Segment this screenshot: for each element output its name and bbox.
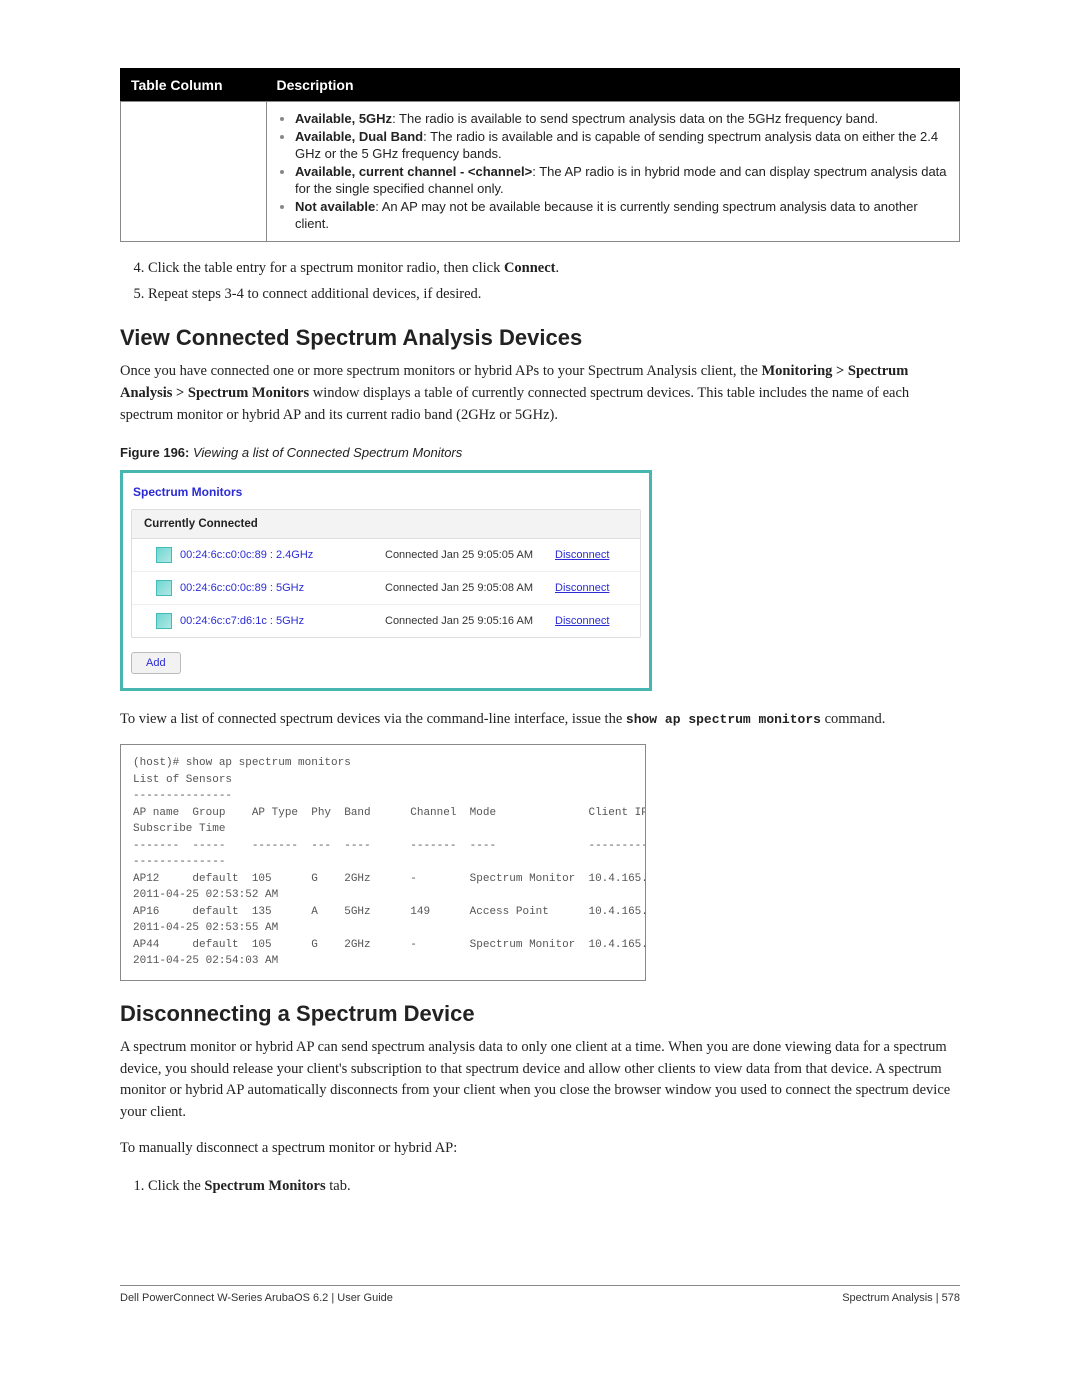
fig-text: Viewing a list of Connected Spectrum Mon… xyxy=(193,445,462,460)
spectrum-row[interactable]: 00:24:6c:c0:0c:89 : 2.4GHz Connected Jan… xyxy=(132,539,640,572)
step-4-c: . xyxy=(556,260,560,276)
heading-view-connected: View Connected Spectrum Analysis Devices xyxy=(120,325,960,351)
desc-item-2-label: Available, current channel - <channel> xyxy=(295,164,532,179)
disconnect-paragraph-2: To manually disconnect a spectrum monito… xyxy=(120,1138,960,1160)
footer-right: Spectrum Analysis | 578 xyxy=(842,1292,960,1304)
cli-output-box: (host)# show ap spectrum monitors List o… xyxy=(120,744,646,981)
fig-label: Figure 196: xyxy=(120,445,189,460)
spectrum-row-mac: 00:24:6c:c0:0c:89 : 2.4GHz xyxy=(180,549,385,561)
currently-connected-header: Currently Connected xyxy=(132,510,640,539)
monitor-icon xyxy=(156,613,172,629)
monitor-icon xyxy=(156,547,172,563)
cli-p1a: To view a list of connected spectrum dev… xyxy=(120,711,626,727)
step-4-b: Connect xyxy=(504,260,556,276)
cli-p1c: command. xyxy=(821,711,885,727)
ds1-b: Spectrum Monitors xyxy=(204,1178,325,1194)
heading-disconnecting: Disconnecting a Spectrum Device xyxy=(120,1001,960,1027)
cli-view-paragraph: To view a list of connected spectrum dev… xyxy=(120,709,960,731)
desc-content-cell: Available, 5GHz: The radio is available … xyxy=(267,102,960,242)
spectrum-row-conn: Connected Jan 25 9:05:16 AM xyxy=(385,615,555,627)
spectrum-row-mac: 00:24:6c:c0:0c:89 : 5GHz xyxy=(180,582,385,594)
ds1-a: Click the xyxy=(148,1178,204,1194)
step-5: Repeat steps 3-4 to connect additional d… xyxy=(148,284,960,306)
spectrum-row-conn: Connected Jan 25 9:05:08 AM xyxy=(385,582,555,594)
desc-empty-cell xyxy=(121,102,267,242)
spectrum-row[interactable]: 00:24:6c:c0:0c:89 : 5GHz Connected Jan 2… xyxy=(132,572,640,605)
step-4: Click the table entry for a spectrum mon… xyxy=(148,258,960,280)
spectrum-row[interactable]: 00:24:6c:c7:d6:1c : 5GHz Connected Jan 2… xyxy=(132,605,640,637)
disconnect-link[interactable]: Disconnect xyxy=(555,615,609,627)
step-4-a: Click the table entry for a spectrum mon… xyxy=(148,260,504,276)
view-connected-paragraph: Once you have connected one or more spec… xyxy=(120,361,960,426)
figure-caption-196: Figure 196: Viewing a list of Connected … xyxy=(120,445,960,460)
page-footer: Dell PowerConnect W-Series ArubaOS 6.2 |… xyxy=(120,1285,960,1304)
monitor-icon xyxy=(156,580,172,596)
desc-item-3-text: : An AP may not be available because it … xyxy=(295,199,918,232)
spectrum-row-mac: 00:24:6c:c7:d6:1c : 5GHz xyxy=(180,615,385,627)
spectrum-panel-title: Spectrum Monitors xyxy=(133,485,641,499)
desc-item-3-label: Not available xyxy=(295,199,375,214)
steps-list-1: Click the table entry for a spectrum mon… xyxy=(120,258,960,306)
desc-item-1-label: Available, Dual Band xyxy=(295,129,423,144)
disconnect-paragraph-1: A spectrum monitor or hybrid AP can send… xyxy=(120,1037,960,1124)
spectrum-row-conn: Connected Jan 25 9:05:05 AM xyxy=(385,549,555,561)
spectrum-inner-box: Currently Connected 00:24:6c:c0:0c:89 : … xyxy=(131,509,641,638)
disconnect-link[interactable]: Disconnect xyxy=(555,549,609,561)
cli-command-inline: show ap spectrum monitors xyxy=(626,712,821,727)
th-table-column: Table Column xyxy=(121,69,267,102)
desc-item-0-label: Available, 5GHz xyxy=(295,111,392,126)
ds1-c: tab. xyxy=(326,1178,351,1194)
spectrum-monitors-panel: Spectrum Monitors Currently Connected 00… xyxy=(120,470,652,691)
add-button[interactable]: Add xyxy=(131,652,181,674)
steps-list-2: Click the Spectrum Monitors tab. xyxy=(120,1176,960,1198)
th-description: Description xyxy=(267,69,960,102)
footer-left: Dell PowerConnect W-Series ArubaOS 6.2 |… xyxy=(120,1292,393,1304)
desc-item-0-text: : The radio is available to send spectru… xyxy=(392,111,878,126)
disc-step-1: Click the Spectrum Monitors tab. xyxy=(148,1176,960,1198)
description-table: Table Column Description Available, 5GHz… xyxy=(120,68,960,242)
disconnect-link[interactable]: Disconnect xyxy=(555,582,609,594)
vc-p1a: Once you have connected one or more spec… xyxy=(120,363,762,379)
